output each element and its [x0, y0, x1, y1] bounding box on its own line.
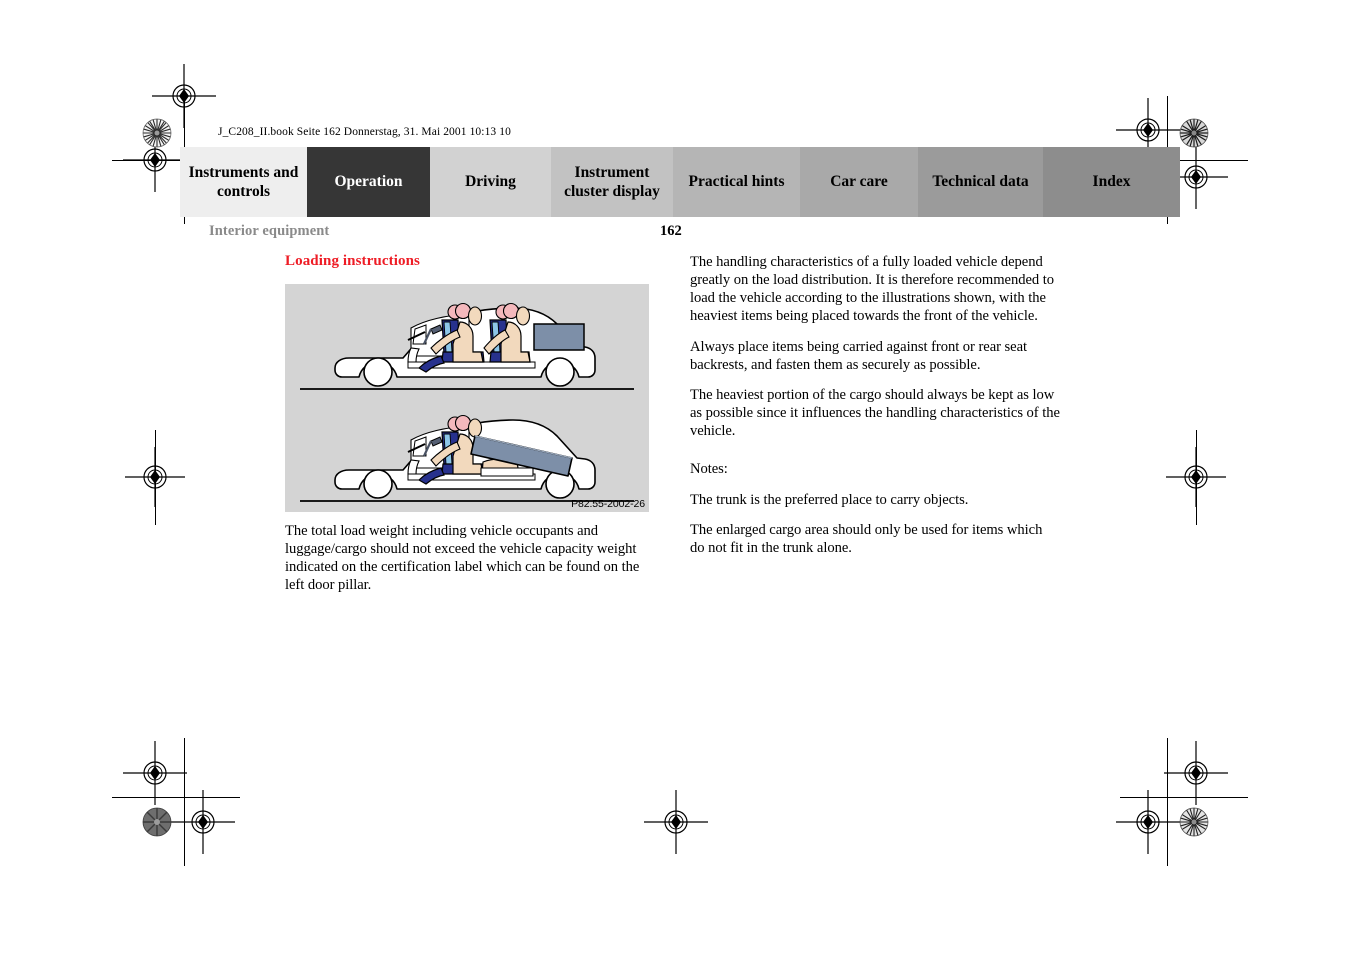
registration-target-left-upper: [123, 128, 187, 192]
document-header-line: J_C208_II.book Seite 162 Donnerstag, 31.…: [218, 126, 511, 138]
tab-driving[interactable]: Driving: [430, 147, 551, 217]
page-number: 162: [660, 223, 682, 239]
figure-caption: P82.55-2002-26: [571, 498, 645, 510]
crop-rule-bottom-left: [112, 797, 240, 798]
starburst-patch-top-left: [142, 118, 172, 148]
starburst-patch-top-right: [1179, 118, 1209, 148]
paragraph: The heaviest portion of the cargo should…: [690, 386, 1060, 440]
crop-rule-bottom-right: [1120, 797, 1248, 798]
tab-label: Instrument cluster display: [564, 163, 660, 200]
registration-target-right-middle: [1164, 445, 1228, 509]
paragraph: Always place items being carried against…: [690, 338, 1028, 373]
registration-target-bottom-left-outer: [171, 790, 235, 854]
starburst-patch-bottom-left: [142, 807, 172, 837]
tab-label: Operation: [334, 173, 403, 191]
section-title: Loading instructions: [285, 253, 420, 269]
registration-target-bottom-center: [644, 790, 708, 854]
right-column: The handling characteristics of a fully …: [690, 253, 1060, 557]
registration-target-left-lower: [123, 741, 187, 805]
crop-rule-right-bottom: [1167, 738, 1168, 866]
crop-rule-left-bottom: [184, 738, 185, 866]
paragraph: The handling characteristics of a fully …: [690, 254, 1054, 325]
loading-illustration-svg: [285, 284, 649, 512]
chapter-tab-bar: Instruments and controls Operation Driving…: [180, 147, 1180, 217]
paragraph: The total load weight including vehicle …: [285, 523, 640, 594]
tab-label: Index: [1092, 173, 1131, 191]
registration-target-bottom-right-outer: [1116, 790, 1180, 854]
crop-rule-left-vertical: [155, 430, 156, 525]
note-item: The enlarged cargo area should only be u…: [690, 521, 1043, 556]
tab-label: Car care: [830, 173, 888, 191]
note-item: The trunk is the preferred place to carr…: [690, 491, 969, 508]
tab-index[interactable]: Index: [1043, 147, 1180, 217]
registration-target-left-middle: [123, 445, 187, 509]
notes-label: Notes:: [690, 461, 728, 478]
tab-label: Technical data: [932, 173, 1029, 191]
tab-label: Driving: [465, 173, 516, 191]
crop-rule-right-vertical: [1196, 430, 1197, 525]
left-column-paragraphs: The total load weight including vehicle …: [285, 522, 653, 595]
loading-illustration-figure: P82.55-2002-26: [285, 284, 649, 512]
running-head: Interior equipment: [209, 223, 330, 239]
registration-target-right-lower: [1164, 741, 1228, 805]
tab-instruments-and-controls[interactable]: Instruments and controls: [180, 147, 307, 217]
registration-target-top-left-outer: [152, 64, 216, 128]
tab-label: Instruments and controls: [188, 163, 299, 200]
tab-instrument-cluster-display[interactable]: Instrument cluster display: [551, 147, 673, 217]
starburst-patch-bottom-right: [1179, 807, 1209, 837]
tab-technical-data[interactable]: Technical data: [918, 147, 1043, 217]
tab-operation[interactable]: Operation: [307, 147, 430, 217]
tab-practical-hints[interactable]: Practical hints: [673, 147, 800, 217]
tab-car-care[interactable]: Car care: [800, 147, 918, 217]
tab-label: Practical hints: [688, 173, 785, 191]
left-column: Loading instructions P82.55-2002-26 The …: [285, 253, 653, 595]
